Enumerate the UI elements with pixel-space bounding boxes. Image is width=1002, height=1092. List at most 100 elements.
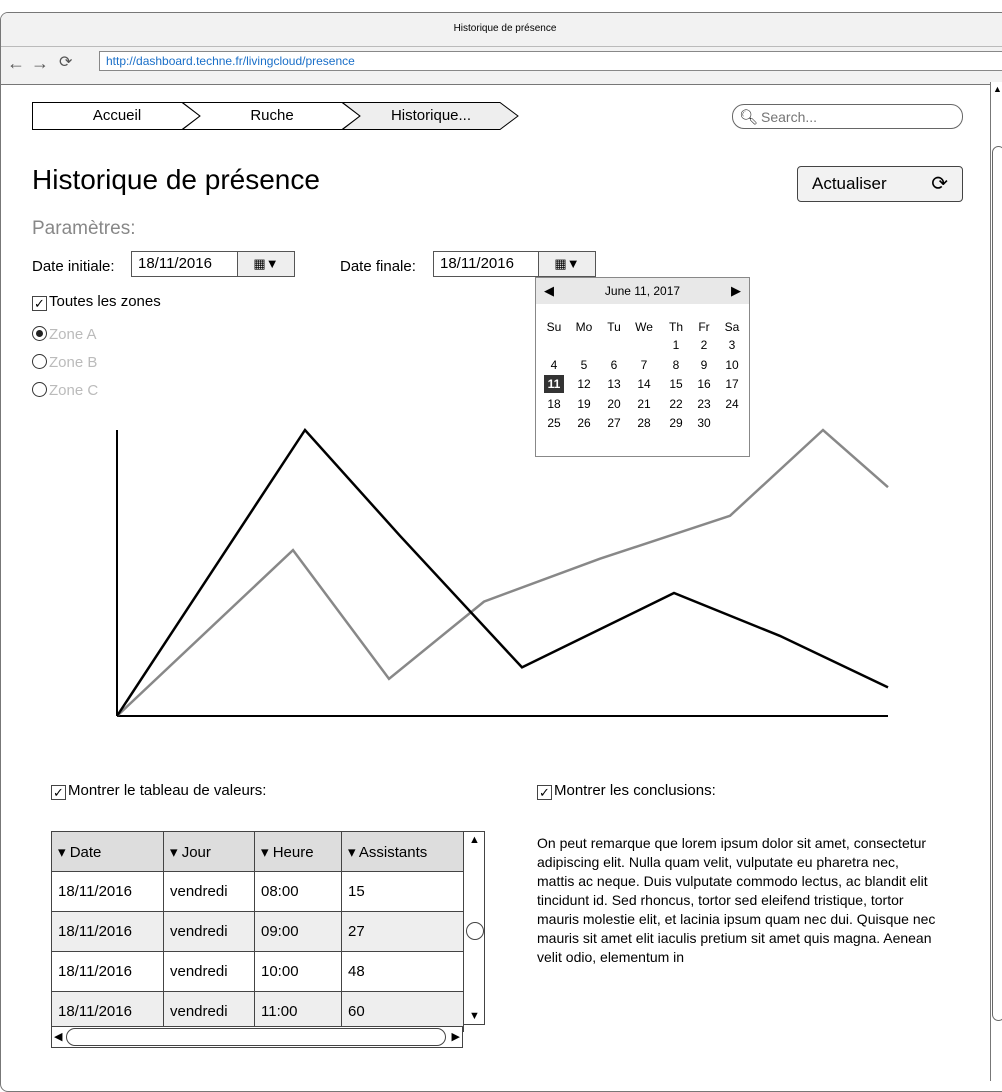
zone-a-label: Zone A xyxy=(49,326,97,343)
crumb-ruche[interactable]: Ruche xyxy=(182,102,362,130)
table-cell: 18/11/2016 xyxy=(51,871,164,912)
calendar-day[interactable]: 9 xyxy=(694,356,714,374)
refresh-icon: ⟳ xyxy=(931,173,948,195)
calendar-day[interactable]: 22 xyxy=(666,395,686,413)
table-row[interactable]: 18/11/2016 vendredi 10:00 48 xyxy=(51,951,464,992)
col-header-heure[interactable]: ▾ Heure xyxy=(254,831,342,872)
radio-icon xyxy=(32,382,47,397)
search-box[interactable]: 🔍︎ xyxy=(732,104,963,129)
presence-chart xyxy=(115,427,889,717)
scroll-down-icon[interactable]: ▼ xyxy=(469,1010,480,1022)
back-icon[interactable]: ← xyxy=(7,53,25,73)
weekday-label: Tu xyxy=(607,320,621,334)
table-cell: 18/11/2016 xyxy=(51,951,164,992)
url-field[interactable]: http://dashboard.techne.fr/livingcloud/p… xyxy=(99,51,1002,71)
start-date-field[interactable]: 18/11/2016 xyxy=(131,251,238,277)
title-bar: Historique de présence xyxy=(1,13,1002,47)
table-row[interactable]: 18/11/2016 vendredi 08:00 15 xyxy=(51,871,464,912)
table-cell: 09:00 xyxy=(254,911,342,952)
calendar-day[interactable]: 23 xyxy=(694,395,714,413)
calendar-icon: ▦▼ xyxy=(554,256,580,271)
table-cell: 08:00 xyxy=(254,871,342,912)
calendar-icon: ▦▼ xyxy=(253,256,279,271)
calendar-day[interactable]: 11 xyxy=(544,375,564,393)
table-cell: vendredi xyxy=(163,871,255,912)
col-header-assistants[interactable]: ▾ Assistants xyxy=(341,831,464,872)
checkmark-icon: ✓ xyxy=(51,785,66,800)
col-header-jour[interactable]: ▾ Jour xyxy=(163,831,255,872)
calendar-day[interactable]: 12 xyxy=(574,375,594,393)
refresh-button[interactable]: Actualiser ⟳ xyxy=(797,166,963,202)
calendar-day[interactable]: 3 xyxy=(722,336,742,354)
calendar-day[interactable]: 14 xyxy=(634,375,654,393)
reload-icon[interactable]: ⟳ xyxy=(59,53,72,73)
weekday-label: Mo xyxy=(575,320,593,334)
series-line-black xyxy=(115,427,889,717)
scroll-thumb[interactable] xyxy=(992,146,1002,1021)
calendar-day[interactable]: 26 xyxy=(574,414,594,432)
table-row[interactable]: 18/11/2016 vendredi 09:00 27 xyxy=(51,911,464,952)
calendar-day[interactable]: 20 xyxy=(604,395,624,413)
scroll-thumb[interactable] xyxy=(66,1028,446,1046)
weekday-label: Su xyxy=(546,320,562,334)
calendar-day[interactable]: 27 xyxy=(604,414,624,432)
conclusions-text: On peut remarque que lorem ipsum dolor s… xyxy=(537,835,936,965)
scroll-left-icon[interactable]: ◀ xyxy=(54,1030,62,1043)
scroll-right-icon[interactable]: ▶ xyxy=(452,1030,460,1043)
calendar-day[interactable]: 17 xyxy=(722,375,742,393)
zone-b-label: Zone B xyxy=(49,354,98,371)
calendar-day[interactable]: 30 xyxy=(694,414,714,432)
calendar-day[interactable]: 13 xyxy=(604,375,624,393)
scroll-up-icon[interactable]: ▲ xyxy=(993,84,1002,94)
calendar-day[interactable]: 16 xyxy=(694,375,714,393)
calendar-day[interactable]: 8 xyxy=(666,356,686,374)
crumb-label: Accueil xyxy=(92,107,142,124)
table-horizontal-scrollbar[interactable]: ◀ ▶ xyxy=(51,1026,463,1048)
calendar-day[interactable]: 2 xyxy=(694,336,714,354)
zone-a-radio[interactable]: Zone A xyxy=(32,326,97,343)
scroll-up-icon[interactable]: ▲ xyxy=(469,834,480,846)
start-date-picker-button[interactable]: ▦▼ xyxy=(237,251,295,277)
calendar-day[interactable]: 24 xyxy=(722,395,742,413)
calendar-day[interactable]: 1 xyxy=(666,336,686,354)
calendar-day[interactable]: 18 xyxy=(544,395,564,413)
calendar-day[interactable]: 19 xyxy=(574,395,594,413)
next-month-icon[interactable]: ▶ xyxy=(731,283,741,299)
weekday-label: Th xyxy=(668,320,683,334)
page-scrollbar[interactable]: ▲ xyxy=(990,82,1002,1081)
crumb-accueil[interactable]: Accueil xyxy=(32,102,202,130)
calendar-day[interactable]: 25 xyxy=(544,414,564,432)
end-date-field[interactable]: 18/11/2016 xyxy=(433,251,539,277)
forward-icon[interactable]: → xyxy=(31,53,49,73)
table-vertical-scrollbar[interactable]: ▲ ▼ xyxy=(463,831,485,1025)
zone-b-radio[interactable]: Zone B xyxy=(32,354,97,371)
all-zones-checkbox[interactable]: ✓ Toutes les zones xyxy=(32,293,161,311)
calendar-day[interactable]: 10 xyxy=(722,356,742,374)
crumb-historique[interactable]: Historique... xyxy=(342,102,520,130)
show-table-checkbox[interactable]: ✓ Montrer le tableau de valeurs: xyxy=(51,782,266,800)
scroll-thumb[interactable] xyxy=(466,922,484,940)
window-title: Historique de présence xyxy=(453,23,557,34)
search-input[interactable] xyxy=(759,108,949,126)
end-date-picker-button[interactable]: ▦▼ xyxy=(538,251,596,277)
calendar-day[interactable]: 4 xyxy=(544,356,564,374)
calendar-day[interactable]: 7 xyxy=(634,356,654,374)
calendar-day[interactable]: 21 xyxy=(634,395,654,413)
params-heading: Paramètres: xyxy=(32,218,136,239)
calendar-day[interactable]: 15 xyxy=(666,375,686,393)
table-cell: 48 xyxy=(341,951,464,992)
col-header-date[interactable]: ▾ Date xyxy=(51,831,164,872)
calendar-day[interactable]: 5 xyxy=(574,356,594,374)
series-line-gray xyxy=(116,428,889,717)
calendar-day[interactable]: 28 xyxy=(634,414,654,432)
table-cell: 15 xyxy=(341,871,464,912)
show-conclusions-checkbox[interactable]: ✓ Montrer les conclusions: xyxy=(537,782,716,800)
show-conclusions-label: Montrer les conclusions: xyxy=(554,782,716,799)
zone-c-label: Zone C xyxy=(49,382,99,399)
calendar-day[interactable]: 29 xyxy=(666,414,686,432)
values-table-wrapper: ▾ Date ▾ Jour ▾ Heure ▾ Assistants 18/11… xyxy=(51,831,464,1032)
calendar-month-label: June 11, 2017 xyxy=(604,284,681,298)
zone-c-radio[interactable]: Zone C xyxy=(32,382,98,399)
values-table: ▾ Date ▾ Jour ▾ Heure ▾ Assistants 18/11… xyxy=(51,831,464,1032)
calendar-day[interactable]: 6 xyxy=(604,356,624,374)
